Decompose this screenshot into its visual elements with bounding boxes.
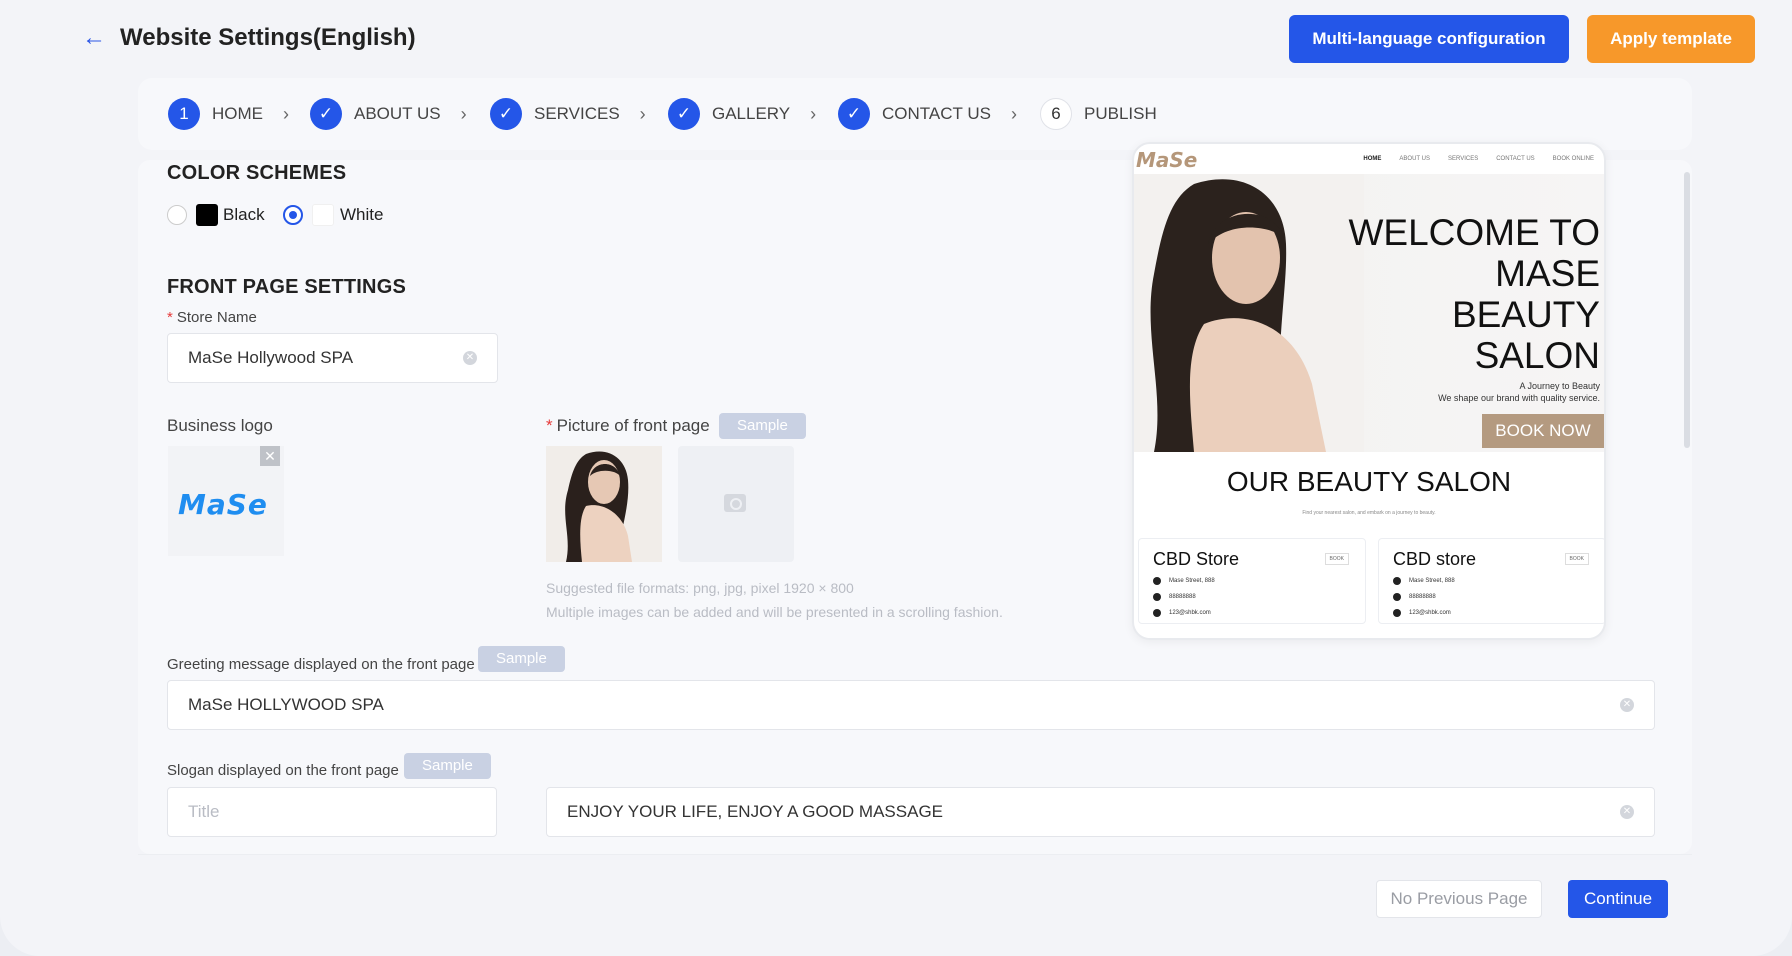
preview-section-title: OUR BEAUTY SALON <box>1226 466 1512 497</box>
step-number: 1 <box>168 98 200 130</box>
business-logo-label: Business logo <box>167 416 273 435</box>
chevron-right-icon: › <box>283 103 289 124</box>
phone-icon <box>1393 593 1401 601</box>
preview-hero: WELCOME TO MASE BEAUTY SALON A Journey t… <box>1134 174 1604 452</box>
preview-store-card: CBD Store BOOK Mase Street, 888 88888888… <box>1138 538 1366 624</box>
portrait-image <box>546 446 662 562</box>
business-logo-preview: MaSe ✕ <box>168 446 284 556</box>
option-black-label: Black <box>223 205 265 224</box>
check-icon: ✓ <box>310 98 342 130</box>
preview-menu-item: CONTACT US <box>1496 156 1535 162</box>
footer-divider <box>138 854 1692 855</box>
color-schemes-heading: COLOR SCHEMES <box>167 162 347 184</box>
step-services[interactable]: ✓ SERVICES › <box>490 96 646 132</box>
file-format-hint: Suggested file formats: png, jpg, pixel … <box>546 580 854 596</box>
add-picture-upload[interactable] <box>678 446 794 562</box>
front-page-picture-thumbnail[interactable] <box>546 446 662 562</box>
preview-store-card: CBD store BOOK Mase Street, 888 88888888… <box>1378 538 1604 624</box>
preview-logo: MaSe <box>1136 148 1198 172</box>
picture-of-front-page-label: * Picture of front page <box>546 416 710 435</box>
greeting-message-label: Greeting message displayed on the front … <box>167 656 475 673</box>
slogan-text-input[interactable]: ENJOY YOUR LIFE, ENJOY A GOOD MASSAGE ✕ <box>546 787 1655 837</box>
step-home[interactable]: 1 HOME › <box>168 96 289 132</box>
back-arrow-icon[interactable]: ← <box>82 26 106 50</box>
website-preview: MaSe HOME ABOUT US SERVICES CONTACT US B… <box>1132 142 1606 640</box>
radio-white[interactable] <box>283 205 303 225</box>
clear-icon[interactable]: ✕ <box>1620 805 1634 819</box>
preview-section-subtitle: Find your nearest salon, and embark on a… <box>1302 510 1436 516</box>
greeting-sample-button[interactable]: Sample <box>478 646 565 672</box>
radio-black[interactable] <box>167 205 187 225</box>
greeting-message-input[interactable]: MaSe HOLLYWOOD SPA ✕ <box>167 680 1655 730</box>
slogan-label: Slogan displayed on the front page <box>167 762 399 779</box>
hero-portrait-image <box>1134 174 1364 452</box>
page-title: Website Settings(English) <box>120 24 416 51</box>
step-number: 6 <box>1040 98 1072 130</box>
step-progress-bar: 1 HOME › ✓ ABOUT US › ✓ SERVICES › ✓ GAL… <box>138 78 1692 150</box>
continue-button[interactable]: Continue <box>1568 880 1668 918</box>
phone-icon <box>1153 593 1161 601</box>
preview-hero-heading: WELCOME TO MASE BEAUTY SALON <box>1348 212 1600 376</box>
chevron-right-icon: › <box>460 103 467 124</box>
email-icon <box>1393 609 1401 617</box>
preview-menu-item: BOOK ONLINE <box>1552 156 1594 162</box>
slogan-sample-button[interactable]: Sample <box>404 753 491 779</box>
step-about-us[interactable]: ✓ ABOUT US › <box>310 96 467 132</box>
slogan-title-input[interactable]: Title <box>167 787 497 837</box>
check-icon: ✓ <box>490 98 522 130</box>
email-icon <box>1153 609 1161 617</box>
step-label: CONTACT US <box>882 104 991 123</box>
preview-book-now-button: BOOK NOW <box>1482 414 1604 448</box>
option-white-label: White <box>340 205 384 224</box>
preview-menu-item: SERVICES <box>1447 156 1479 162</box>
step-label: ABOUT US <box>354 104 441 123</box>
vertical-scrollbar[interactable] <box>1684 172 1690 448</box>
step-publish[interactable]: 6 PUBLISH <box>1040 96 1157 132</box>
step-contact-us[interactable]: ✓ CONTACT US › <box>838 96 1017 132</box>
page-header: ← Website Settings(English) Multi-langua… <box>0 0 1792 76</box>
remove-logo-icon[interactable]: ✕ <box>260 446 280 466</box>
store-name-label: * Store Name <box>167 309 257 326</box>
preview-menu-item: HOME <box>1363 156 1382 162</box>
clear-icon[interactable]: ✕ <box>1620 698 1634 712</box>
step-label: SERVICES <box>534 104 620 123</box>
store-name-input[interactable]: MaSe Hollywood SPA ✕ <box>167 333 498 383</box>
black-swatch <box>196 204 218 226</box>
front-page-settings-heading: FRONT PAGE SETTINGS <box>167 276 406 298</box>
multi-language-configuration-button[interactable]: Multi-language configuration <box>1289 15 1569 63</box>
apply-template-button[interactable]: Apply template <box>1587 15 1755 63</box>
no-previous-page-button[interactable]: No Previous Page <box>1376 880 1542 918</box>
location-icon <box>1393 577 1401 585</box>
chevron-right-icon: › <box>1010 103 1017 124</box>
location-icon <box>1153 577 1161 585</box>
check-icon: ✓ <box>668 98 700 130</box>
mase-logo: MaSe <box>178 488 268 521</box>
check-icon: ✓ <box>838 98 870 130</box>
white-swatch <box>312 204 334 226</box>
clear-icon[interactable]: ✕ <box>463 351 477 365</box>
app-window: ← Website Settings(English) Multi-langua… <box>0 0 1792 956</box>
multiple-images-hint: Multiple images can be added and will be… <box>546 604 1003 620</box>
step-gallery[interactable]: ✓ GALLERY › <box>668 96 816 132</box>
chevron-right-icon: › <box>639 103 646 124</box>
step-label: PUBLISH <box>1084 104 1157 123</box>
step-label: HOME <box>212 104 263 123</box>
camera-icon <box>724 494 746 512</box>
picture-sample-button[interactable]: Sample <box>719 413 806 439</box>
preview-menu: HOME ABOUT US SERVICES CONTACT US BOOK O… <box>1363 156 1594 162</box>
preview-nav: MaSe HOME ABOUT US SERVICES CONTACT US B… <box>1134 144 1604 174</box>
chevron-right-icon: › <box>810 103 817 124</box>
step-label: GALLERY <box>712 104 791 123</box>
preview-menu-item: ABOUT US <box>1399 156 1430 162</box>
preview-hero-subtitle: A Journey to Beauty We shape our brand w… <box>1438 381 1600 403</box>
